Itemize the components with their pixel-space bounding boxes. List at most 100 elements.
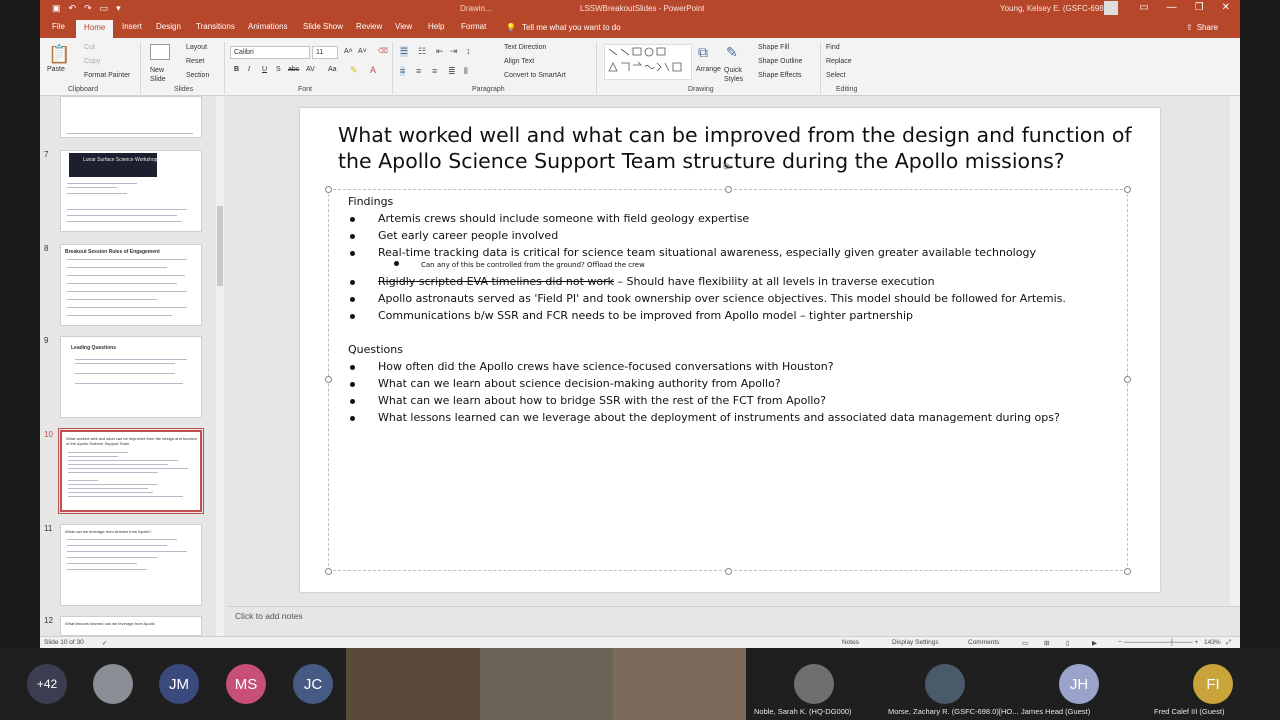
zoom-slider[interactable]: − ──────────┼──── + [1118, 639, 1198, 646]
tab-insert[interactable]: Insert [122, 22, 142, 31]
tab-file[interactable]: File [52, 22, 65, 31]
video-tile-3[interactable] [613, 648, 746, 720]
paste-button[interactable]: Paste [47, 66, 65, 73]
slide-thumbnail-12[interactable]: What lessons learned can we leverage fro… [60, 616, 202, 636]
font-color-icon[interactable]: A [370, 65, 376, 75]
resize-handle[interactable] [1124, 376, 1131, 383]
shape-outline-button[interactable]: Shape Outline [758, 58, 802, 65]
video-tile-2[interactable] [480, 648, 613, 720]
slide-thumbnail-11[interactable]: What can we leverage from Artemis from A… [60, 524, 202, 606]
increase-indent-icon[interactable]: ⇥ [450, 46, 458, 57]
tab-view[interactable]: View [395, 22, 412, 31]
participant-avatar-morse[interactable] [925, 664, 965, 704]
shadow-button[interactable]: S [276, 66, 281, 73]
copy-button[interactable]: Copy [84, 58, 100, 65]
shapes-gallery[interactable] [604, 44, 692, 80]
reset-button[interactable]: Reset [186, 58, 204, 65]
resize-handle[interactable] [1124, 568, 1131, 575]
numbering-icon[interactable]: ☷ [418, 46, 426, 57]
shrink-font-icon[interactable]: A˅ [358, 48, 367, 55]
video-tile-1[interactable] [346, 648, 480, 720]
participant-avatar-noble[interactable] [794, 664, 834, 704]
fit-to-window-icon[interactable]: ⤢ [1226, 639, 1231, 647]
share-button[interactable]: ⇪ Share [1186, 23, 1218, 32]
shape-effects-button[interactable]: Shape Effects [758, 72, 801, 79]
align-text-button[interactable]: Align Text [504, 58, 534, 65]
slide-thumbnail-6[interactable] [60, 96, 202, 138]
scrollbar-thumb[interactable] [217, 206, 223, 286]
tab-design[interactable]: Design [156, 22, 181, 31]
undo-icon[interactable]: ↶ [69, 3, 77, 14]
align-center-icon[interactable]: ≡ [416, 66, 421, 76]
slide-thumbnail-9[interactable]: Leading Questions [60, 336, 202, 418]
tab-animations[interactable]: Animations [248, 22, 288, 31]
character-spacing-button[interactable]: AV [306, 66, 315, 73]
slide-thumbnail-8[interactable]: Breakout Session Rules of Engagement [60, 244, 202, 326]
quick-styles-icon[interactable]: ✎ [726, 44, 744, 62]
align-left-icon[interactable]: ≡ [400, 66, 406, 76]
slide-scrollbar[interactable] [1230, 96, 1240, 606]
highlight-color-icon[interactable]: ✎ [350, 65, 358, 76]
section-button[interactable]: Section [186, 72, 209, 79]
new-slide-button[interactable]: New Slide [150, 66, 172, 84]
tab-review[interactable]: Review [356, 22, 382, 31]
shape-fill-button[interactable]: Shape Fill [758, 44, 789, 51]
paste-icon[interactable]: 📋 [48, 44, 70, 65]
user-avatar[interactable] [1104, 1, 1118, 15]
close-icon[interactable]: ✕ [1222, 2, 1230, 13]
redo-icon[interactable]: ↷ [84, 3, 92, 14]
change-case-button[interactable]: Aa [328, 66, 337, 73]
slide-sorter-icon[interactable]: ⊞ [1044, 639, 1049, 647]
thumbnail-scrollbar[interactable] [216, 96, 224, 636]
save-icon[interactable]: ▣ [52, 3, 61, 14]
slideshow-icon[interactable]: ▶ [1092, 639, 1097, 647]
bold-button[interactable]: B [234, 66, 239, 73]
tab-format[interactable]: Format [461, 22, 486, 31]
font-name-input[interactable]: Calibri [230, 46, 310, 59]
reading-view-icon[interactable]: ▯ [1066, 639, 1070, 647]
resize-handle[interactable] [325, 376, 332, 383]
columns-icon[interactable]: ⫴ [464, 66, 468, 77]
slide-thumbnail-10[interactable]: What worked well and what can be improve… [58, 428, 204, 514]
replace-button[interactable]: Replace [826, 58, 852, 65]
tab-home[interactable]: Home [76, 20, 114, 38]
line-spacing-icon[interactable]: ↕ [466, 46, 471, 56]
text-direction-button[interactable]: Text Direction [504, 44, 546, 51]
ribbon-display-icon[interactable]: ▭ [1139, 2, 1148, 13]
select-button[interactable]: Select [826, 72, 845, 79]
participant-avatar-fi[interactable]: FI [1193, 664, 1233, 704]
font-size-input[interactable]: 11 [312, 46, 338, 59]
italic-button[interactable]: I [248, 66, 250, 73]
arrange-button[interactable]: Arrange [696, 66, 721, 73]
rotate-handle-icon[interactable]: ⟳ [723, 162, 731, 173]
slide-thumbnail-7[interactable]: Lunar Surface Science Workshop [60, 150, 202, 232]
justify-icon[interactable]: ≣ [448, 66, 456, 77]
notes-pane[interactable]: Click to add notes [228, 606, 1240, 630]
decrease-indent-icon[interactable]: ⇤ [436, 46, 444, 57]
customize-toolbar-icon[interactable]: ▾ [116, 3, 121, 14]
align-right-icon[interactable]: ≡ [432, 66, 437, 76]
new-slide-icon[interactable] [150, 44, 170, 60]
resize-handle[interactable] [325, 186, 332, 193]
grow-font-icon[interactable]: A˄ [344, 48, 353, 55]
find-button[interactable]: Find [826, 44, 840, 51]
convert-smartart-button[interactable]: Convert to SmartArt [504, 72, 566, 79]
display-settings-button[interactable]: Display Settings [892, 639, 939, 646]
minimize-icon[interactable]: — [1167, 2, 1177, 13]
participant-avatar-jc[interactable]: JC [293, 664, 333, 704]
cut-button[interactable]: Cut [84, 44, 95, 51]
resize-handle[interactable] [325, 568, 332, 575]
resize-handle[interactable] [1124, 186, 1131, 193]
overflow-participants-button[interactable]: +42 [27, 664, 67, 704]
slide-title[interactable]: What worked well and what can be improve… [338, 122, 1138, 174]
zoom-level[interactable]: 143% [1204, 639, 1221, 646]
participant-avatar-ms[interactable]: MS [226, 664, 266, 704]
participant-avatar-photo[interactable] [93, 664, 133, 704]
clear-formatting-icon[interactable]: ⌫ [378, 47, 388, 55]
strikethrough-button[interactable]: abc [288, 66, 299, 73]
comments-button[interactable]: Comments [968, 639, 999, 646]
tab-help[interactable]: Help [428, 22, 444, 31]
resize-handle[interactable] [725, 568, 732, 575]
spellcheck-icon[interactable]: ✓ [102, 639, 107, 647]
participant-avatar-jh[interactable]: JH [1059, 664, 1099, 704]
